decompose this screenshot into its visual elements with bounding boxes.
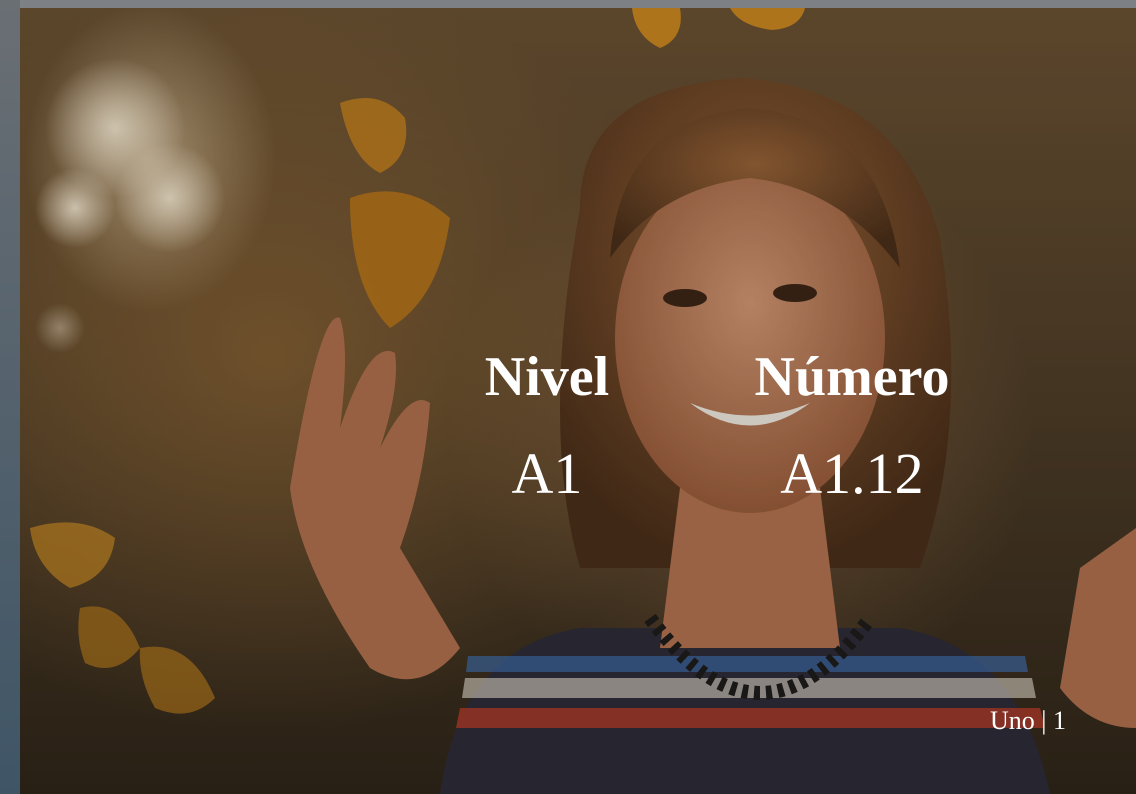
nivel-value: A1 bbox=[511, 441, 583, 506]
numero-value: A1.12 bbox=[780, 441, 924, 506]
page-footer: Uno | 1 bbox=[990, 706, 1066, 735]
viewer-left-edge bbox=[0, 0, 20, 794]
title-slide: Nivel A1 Número A1.12 Uno | 1 bbox=[20, 8, 1136, 794]
nivel-column: Nivel A1 bbox=[472, 341, 622, 509]
numero-heading: Número bbox=[754, 346, 950, 408]
nivel-heading: Nivel bbox=[484, 346, 610, 408]
slide-viewer: Nivel A1 Número A1.12 Uno | 1 bbox=[0, 0, 1136, 794]
viewer-top-bar bbox=[0, 0, 1136, 8]
numero-column: Número A1.12 bbox=[732, 341, 972, 509]
